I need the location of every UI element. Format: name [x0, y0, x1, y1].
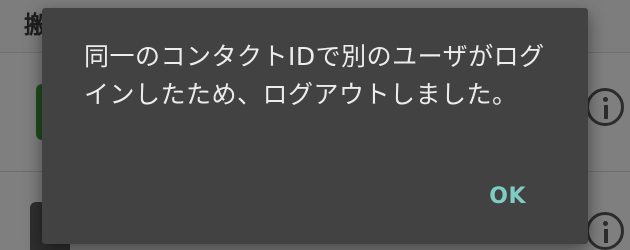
info-icon — [586, 212, 624, 250]
screen: 搬 同一のコンタクトIDで別のユーザがログインしたため、ログアウトしました。 O… — [0, 0, 630, 250]
dialog-message: 同一のコンタクトIDで別のユーザがログインしたため、ログアウトしました。 — [84, 42, 545, 109]
alert-dialog: 同一のコンタクトIDで別のユーザがログインしたため、ログアウトしました。 OK — [42, 8, 588, 244]
info-icon — [586, 88, 624, 126]
ok-button[interactable]: OK — [485, 178, 530, 215]
